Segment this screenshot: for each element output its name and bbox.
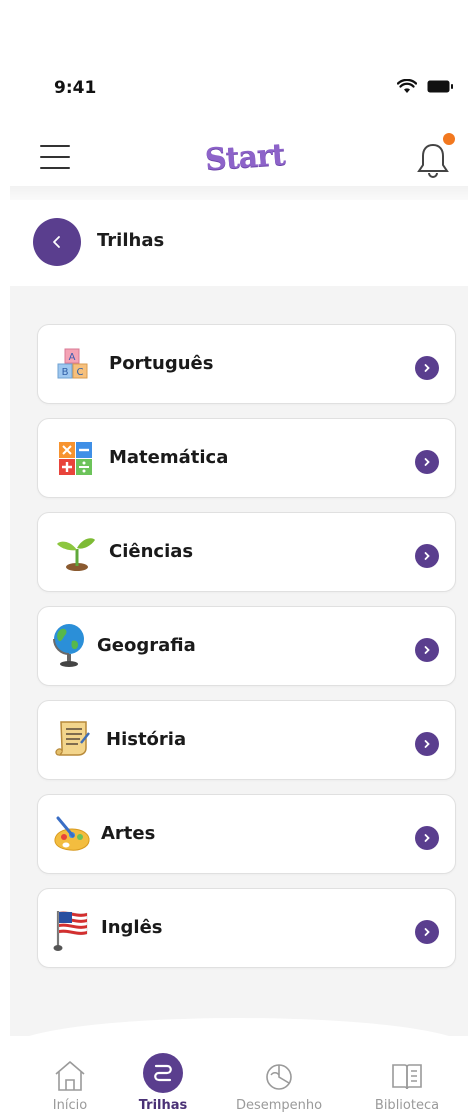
page-title: Trilhas	[97, 230, 165, 251]
math-operations-icon	[59, 442, 92, 475]
subject-card-ciencias[interactable]: Ciências	[37, 512, 456, 592]
nav-label: Biblioteca	[374, 1098, 440, 1113]
nav-label: Desempenho	[235, 1098, 323, 1113]
chevron-right-icon	[415, 638, 439, 662]
hamburger-line	[40, 167, 70, 169]
battery-icon	[427, 80, 453, 93]
trails-icon	[154, 1064, 172, 1082]
subject-label: História	[106, 729, 187, 750]
svg-text:A: A	[69, 352, 76, 363]
subject-label: Artes	[101, 823, 156, 844]
hamburger-line	[40, 145, 70, 147]
status-icons	[397, 79, 454, 94]
nav-item-trilhas[interactable]: Trilhas	[118, 1053, 208, 1114]
scroll-icon	[55, 721, 90, 756]
nav-item-biblioteca[interactable]: Biblioteca	[362, 1058, 452, 1114]
status-time: 9:41	[54, 78, 97, 98]
chevron-right-icon	[415, 544, 439, 568]
subject-label: Inglês	[101, 917, 163, 938]
menu-button[interactable]	[40, 145, 72, 171]
subject-label: Matemática	[109, 447, 229, 468]
nav-label: Início	[52, 1098, 88, 1113]
subject-card-artes[interactable]: Artes	[37, 794, 456, 874]
globe-icon	[53, 624, 84, 667]
nav-item-inicio[interactable]: Início	[25, 1058, 115, 1114]
notification-dot	[443, 133, 455, 145]
chevron-right-icon	[415, 450, 439, 474]
home-icon	[55, 1061, 85, 1091]
bell-icon[interactable]	[415, 140, 451, 180]
hamburger-line	[40, 156, 70, 158]
chevron-right-icon	[415, 356, 439, 380]
svg-text:C: C	[77, 367, 84, 378]
subject-card-ingles[interactable]: Inglês	[37, 888, 456, 968]
subject-label: Português	[109, 353, 214, 374]
start-logo: Start	[203, 137, 286, 178]
chevron-right-icon	[415, 732, 439, 756]
header-divider	[10, 186, 468, 200]
nav-item-desempenho[interactable]: Desempenho	[234, 1058, 324, 1114]
performance-icon	[266, 1064, 292, 1090]
paint-palette-icon	[54, 816, 90, 851]
chevron-left-icon	[53, 236, 60, 248]
nav-label: Trilhas	[138, 1098, 188, 1113]
subject-label: Geografia	[97, 635, 196, 656]
book-icon	[392, 1064, 422, 1090]
sprout-icon	[57, 538, 95, 571]
subject-label: Ciências	[109, 541, 194, 562]
chevron-right-icon	[415, 920, 439, 944]
us-flag-icon	[53, 911, 88, 951]
svg-text:B: B	[62, 367, 69, 378]
abc-blocks-icon: A B C	[57, 348, 88, 379]
subject-card-matematica[interactable]: Matemática	[37, 418, 456, 498]
chevron-right-icon	[415, 826, 439, 850]
subject-card-historia[interactable]: História	[37, 700, 456, 780]
subject-card-geografia[interactable]: Geografia	[37, 606, 456, 686]
wifi-icon	[397, 79, 417, 93]
back-button[interactable]	[33, 218, 81, 266]
status-bar: 9:41	[0, 0, 468, 110]
subject-card-portugues[interactable]: A B C Português	[37, 324, 456, 404]
